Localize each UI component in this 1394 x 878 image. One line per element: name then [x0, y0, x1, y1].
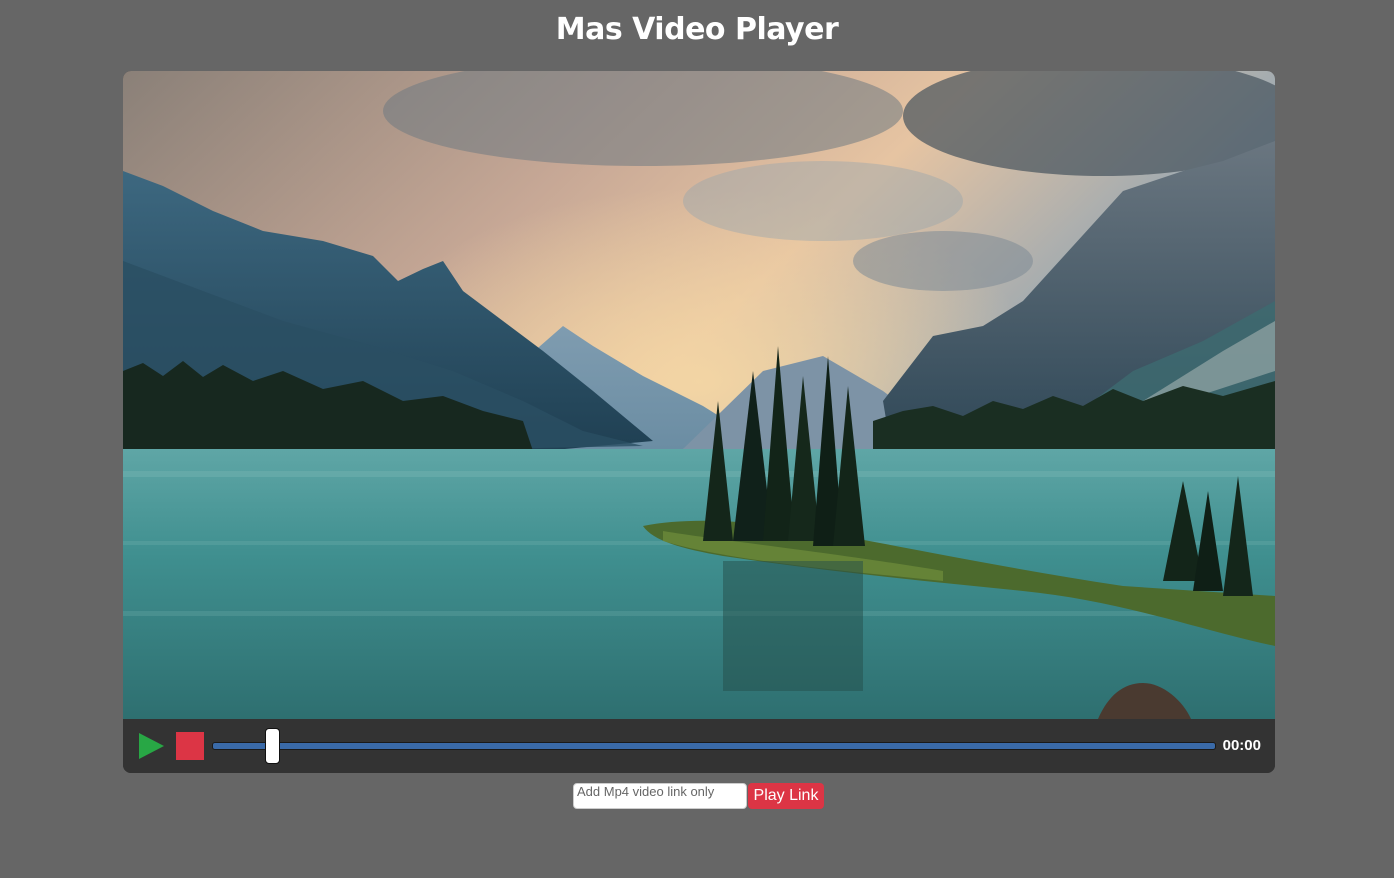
video-link-input[interactable]	[573, 783, 747, 809]
time-display: 00:00	[1222, 737, 1261, 754]
video-player: 00:00	[123, 71, 1275, 773]
play-link-button[interactable]: Play Link	[748, 783, 824, 809]
player-controls: 00:00	[123, 719, 1275, 773]
seek-thumb[interactable]	[264, 728, 280, 764]
play-button[interactable]	[137, 732, 165, 760]
stop-button[interactable]	[176, 732, 204, 760]
seek-bar[interactable]	[212, 742, 1216, 750]
video-frame[interactable]	[123, 71, 1275, 719]
page-title: Mas Video Player	[555, 12, 839, 47]
play-icon	[139, 733, 164, 759]
